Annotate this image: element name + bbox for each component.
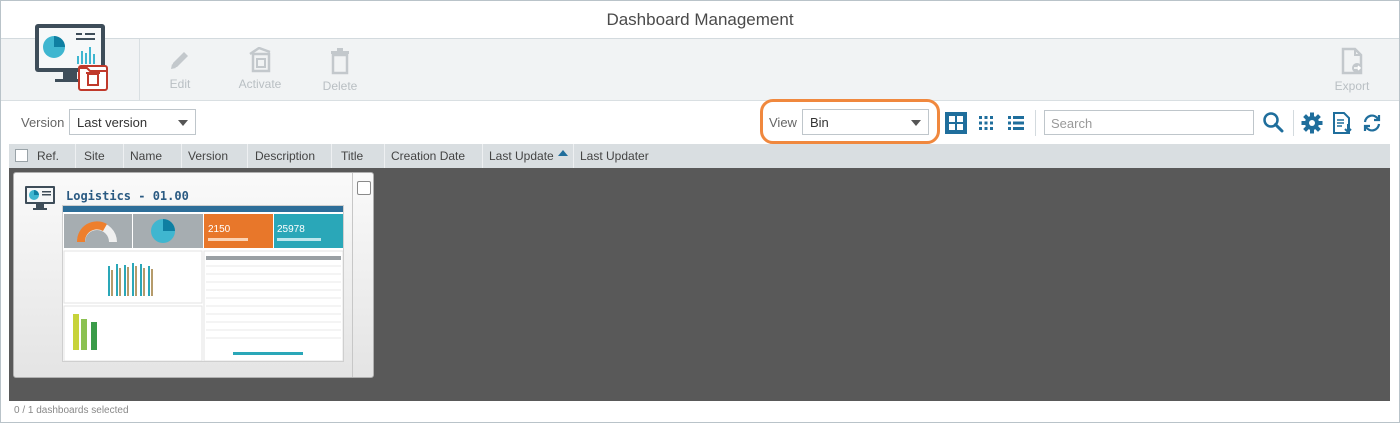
column-divider <box>482 144 483 168</box>
card-divider <box>352 173 353 377</box>
dashboard-title: Logistics - 01.00 <box>66 189 189 203</box>
search-icon[interactable] <box>1262 111 1284 133</box>
column-header: Ref. Site Name Version Description Title… <box>9 144 1390 168</box>
column-divider <box>75 144 76 168</box>
export-icon <box>1341 47 1363 75</box>
pencil-icon <box>171 52 188 69</box>
filter-separator <box>1035 110 1036 136</box>
view-label: View <box>769 115 797 130</box>
version-select[interactable]: Last version <box>69 109 196 135</box>
toolbar: Edit Activate Delete Export <box>1 24 1399 101</box>
column-title[interactable]: Title <box>341 149 363 163</box>
column-divider <box>331 144 332 168</box>
dashboard-monitor-icon <box>25 186 55 210</box>
dashboard-thumbnail: 2150 25978 <box>62 205 344 362</box>
column-ref[interactable]: Ref. <box>37 149 59 163</box>
select-all-checkbox[interactable] <box>15 149 28 162</box>
column-version[interactable]: Version <box>188 149 228 163</box>
activate-label: Activate <box>238 77 282 91</box>
edit-button[interactable]: Edit <box>150 47 210 97</box>
list-icon[interactable] <box>1005 112 1027 134</box>
dashboard-preview: 2150 25978 <box>63 206 344 362</box>
grid-small-icon[interactable] <box>975 112 997 134</box>
window-title: Dashboard Management <box>606 10 794 29</box>
view-select[interactable]: Bin <box>802 109 929 135</box>
column-divider <box>247 144 248 168</box>
edit-label: Edit <box>169 77 191 91</box>
activate-icon <box>249 47 271 73</box>
column-site[interactable]: Site <box>84 149 105 163</box>
filter-row: Version Last version View Bin Search <box>1 99 1399 144</box>
grid-large-icon[interactable] <box>945 112 967 134</box>
column-description[interactable]: Description <box>255 149 315 163</box>
column-last-updater[interactable]: Last Updater <box>580 149 649 163</box>
delete-button[interactable]: Delete <box>310 47 370 97</box>
filter-separator <box>1293 110 1294 136</box>
export-label: Export <box>1334 79 1370 93</box>
kpi-value-1: 2150 <box>208 224 231 235</box>
version-label: Version <box>21 115 65 130</box>
selection-count: 0 / 1 dashboards selected <box>14 405 129 416</box>
chevron-down-icon <box>911 120 921 126</box>
gear-icon[interactable] <box>1301 112 1323 134</box>
column-divider <box>384 144 385 168</box>
search-placeholder: Search <box>1051 116 1093 131</box>
status-bar: 0 / 1 dashboards selected <box>1 401 1399 422</box>
monitor-bin-icon <box>35 24 108 91</box>
dashboard-card[interactable]: Logistics - 01.00 2150 25978 <box>13 172 374 378</box>
dashboard-grid: Logistics - 01.00 2150 25978 <box>9 168 1390 401</box>
refresh-icon[interactable] <box>1361 112 1383 134</box>
dashboard-checkbox[interactable] <box>357 181 371 195</box>
export-button[interactable]: Export <box>1322 47 1382 97</box>
search-input[interactable]: Search <box>1044 110 1254 135</box>
trash-icon <box>331 48 349 75</box>
report-icon[interactable] <box>1331 112 1353 134</box>
view-select-value: Bin <box>810 115 829 130</box>
column-name[interactable]: Name <box>130 149 162 163</box>
column-divider <box>573 144 574 168</box>
column-creation-date[interactable]: Creation Date <box>391 149 465 163</box>
sort-ascending-icon <box>558 150 568 156</box>
column-divider <box>181 144 182 168</box>
title-bar: Dashboard Management <box>1 1 1399 39</box>
kpi-value-2: 25978 <box>277 224 305 235</box>
toolbar-separator <box>139 39 140 101</box>
delete-label: Delete <box>322 79 358 93</box>
activate-button[interactable]: Activate <box>230 47 290 97</box>
column-last-update[interactable]: Last Update <box>489 149 554 163</box>
version-select-value: Last version <box>77 115 148 130</box>
chevron-down-icon <box>178 120 188 126</box>
column-divider <box>123 144 124 168</box>
